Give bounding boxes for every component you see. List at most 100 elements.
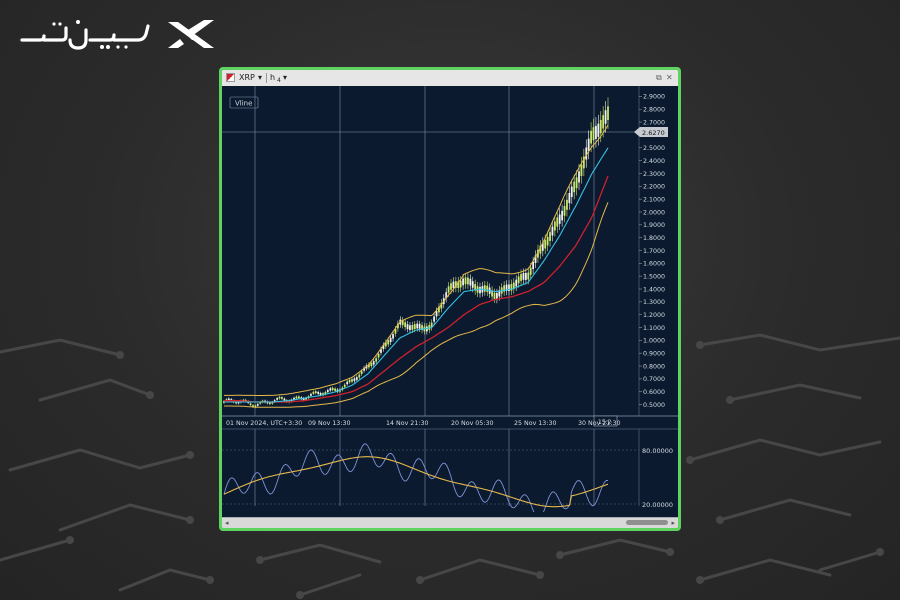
candle-body (334, 388, 336, 391)
candle-body (317, 391, 320, 394)
candle-body (515, 279, 518, 287)
price-tick-label: 2.9000 (643, 94, 665, 101)
scroll-left-icon[interactable]: ◂ (225, 518, 229, 528)
time-axis-label: 25 Nov 13:30 (514, 420, 556, 427)
price-tick-label: 2.7000 (643, 119, 665, 126)
candle-body (389, 337, 392, 343)
candle-body (310, 393, 312, 396)
price-tick-label: 2.2000 (643, 184, 665, 191)
candle-body (570, 186, 573, 197)
candle-body (493, 292, 496, 299)
candle-body (281, 397, 283, 399)
candle-body (314, 391, 317, 394)
time-axis-label: 20 Nov 05:30 (451, 420, 493, 427)
candle-body (312, 391, 315, 394)
candle-body (351, 379, 353, 382)
candle-body (471, 281, 474, 288)
price-tick-label: 0.8000 (643, 363, 665, 370)
timeframe-value: 4 (277, 77, 281, 84)
price-tick-label: 1.3000 (643, 299, 665, 306)
candle-body (604, 110, 607, 124)
candle-body (278, 396, 281, 399)
candle-body (331, 387, 334, 391)
symbol-flag-icon (226, 73, 235, 82)
current-price-label: 2.6270 (642, 129, 665, 137)
price-tick-label: 1.4000 (643, 286, 665, 293)
price-tick-label: 1.6000 (643, 261, 665, 268)
timeframe-dropdown-icon[interactable]: ▾ (283, 73, 287, 83)
brand-logo (20, 20, 214, 50)
candle-body (524, 273, 527, 280)
candle-body (358, 374, 361, 378)
candle-body (326, 390, 329, 393)
candle-body (558, 214, 561, 224)
candle-body (346, 381, 349, 385)
candle-body (467, 277, 469, 285)
candle-body (329, 388, 332, 391)
price-tick-label: 2.4000 (643, 158, 665, 165)
time-axis-label: 09 Nov 13:30 (308, 420, 350, 427)
candle-body (249, 403, 252, 406)
symbol-selector[interactable]: XRP (239, 73, 255, 83)
scroll-right-icon[interactable]: ▸ (671, 518, 675, 528)
candle-body (556, 217, 559, 227)
osc-tick-80: 80.00000 (642, 447, 673, 455)
candle-body (462, 278, 464, 286)
candle-body (435, 311, 438, 317)
candle-body (227, 398, 230, 401)
candle-body (372, 361, 375, 365)
price-tick-label: 2.8000 (643, 107, 665, 114)
candle-body (483, 285, 486, 292)
legend-label: Vline (235, 100, 252, 108)
time-axis-label: 14 Nov 21:30 (386, 420, 428, 427)
price-tick-label: 1.0000 (643, 338, 665, 345)
price-tick-label: 1.1000 (643, 325, 665, 332)
candle-body (479, 286, 481, 294)
candle-body (496, 292, 498, 300)
candle-body (599, 119, 602, 134)
candle-body (353, 378, 356, 381)
price-tick-label: 0.6000 (643, 389, 665, 396)
candle-body (580, 164, 583, 177)
candle-body (549, 232, 551, 241)
time-axis-label: 01 Nov 2024, UTC+3:30 (226, 420, 302, 427)
candle-body (595, 125, 597, 139)
candle-body (578, 171, 580, 183)
candle-body (276, 398, 279, 400)
candle-body (520, 274, 522, 281)
candle-body (387, 340, 390, 345)
symbol-dropdown-icon[interactable]: ▾ (258, 73, 262, 83)
candle-body (544, 240, 547, 249)
time-axis-label: 30 Nov 21:30 (578, 420, 620, 427)
chart-canvas[interactable]: Vline 2.90002.80002.70002.60002.50002.40… (222, 86, 678, 512)
candle-body (590, 130, 592, 144)
candle-body (413, 324, 416, 329)
timeframe-selector[interactable]: h (270, 73, 275, 83)
candle-body (553, 221, 556, 231)
price-tick-label: 0.9000 (643, 351, 665, 358)
candle-body (529, 267, 532, 275)
chart-background (222, 86, 678, 512)
candle-body (522, 273, 525, 280)
candle-body (447, 286, 450, 293)
scroll-thumb[interactable] (626, 520, 668, 525)
horizontal-scrollbar[interactable]: ◂ ▸ (222, 517, 678, 528)
candle-body (452, 281, 455, 289)
candle-body (575, 177, 578, 189)
candle-body (561, 210, 564, 221)
restore-window-icon[interactable]: ⧉ (656, 73, 662, 83)
price-tick-label: 2.5000 (643, 145, 665, 152)
candle-body (433, 316, 436, 322)
candle-body (411, 324, 414, 330)
price-tick-label: 2.3000 (643, 171, 665, 178)
candle-body (592, 127, 595, 141)
candle-body (406, 324, 409, 330)
candle-body (587, 138, 590, 152)
candle-body (283, 398, 286, 401)
price-tick-label: 2.0000 (643, 209, 665, 216)
candle-body (343, 384, 346, 388)
close-window-icon[interactable]: ✕ (666, 73, 673, 83)
price-tick-label: 1.2000 (643, 312, 665, 319)
candle-body (377, 353, 380, 358)
candle-body (360, 371, 363, 374)
